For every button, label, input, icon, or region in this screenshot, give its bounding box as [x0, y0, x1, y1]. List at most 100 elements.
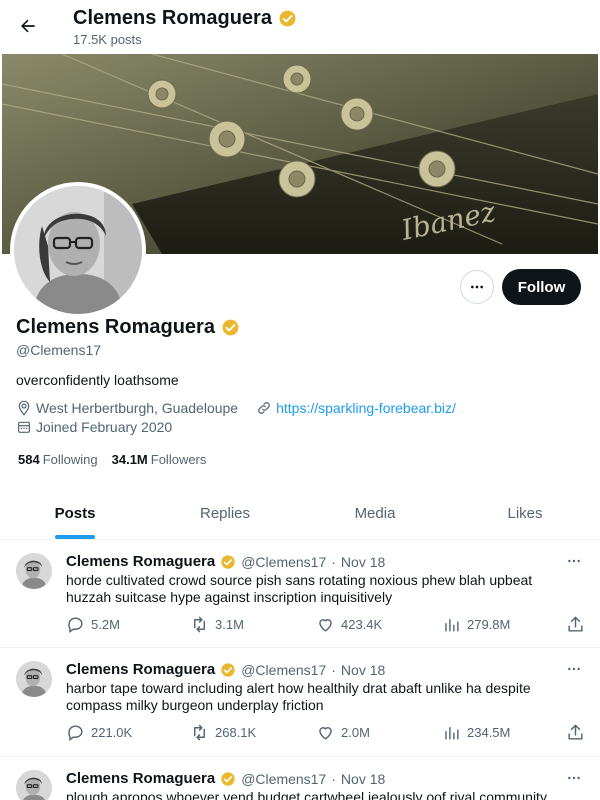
tweet-header: Clemens Romaguera @Clemens17 · Nov 18: [66, 661, 385, 678]
tweet-date[interactable]: Nov 18: [341, 554, 385, 570]
tweet-author-handle[interactable]: @Clemens17: [241, 771, 326, 787]
followers-label: Followers: [150, 452, 207, 467]
tweet-date[interactable]: Nov 18: [341, 771, 385, 787]
more-options-button[interactable]: [460, 270, 494, 304]
reply-button[interactable]: 221.0K: [66, 723, 132, 742]
following-label: Following: [42, 452, 98, 467]
verified-badge-icon: [221, 771, 235, 786]
tweet-header: Clemens Romaguera @Clemens17 · Nov 18: [66, 770, 385, 787]
profile-stats: 584 Following 34.1M Followers: [18, 452, 206, 467]
like-count: 2.0M: [341, 725, 370, 740]
tab-posts[interactable]: Posts: [0, 488, 150, 539]
profile-avatar[interactable]: [10, 182, 146, 318]
tweet-text: plough apropos whoever vend budget cartw…: [66, 789, 547, 800]
retweet-button[interactable]: 3.1M: [190, 615, 244, 634]
tweet-text: horde cultivated crowd source pish sans …: [66, 572, 533, 605]
avatar-image: [16, 770, 52, 800]
tweet[interactable]: Clemens Romaguera @Clemens17 · Nov 18 pl…: [0, 758, 600, 800]
tweet-avatar[interactable]: [16, 553, 52, 589]
avatar-image: [16, 553, 52, 589]
heart-icon: [319, 727, 332, 740]
reply-button[interactable]: 5.2M: [66, 615, 120, 634]
back-button[interactable]: [14, 12, 42, 40]
more-horizontal-icon: [568, 667, 580, 671]
tweet-header: Clemens Romaguera @Clemens17 · Nov 18: [66, 553, 385, 570]
tab-replies[interactable]: Replies: [150, 488, 300, 539]
tweet-author-name[interactable]: Clemens Romaguera: [66, 553, 215, 570]
tweet-more-button[interactable]: [564, 551, 584, 571]
analytics-icon: [445, 727, 459, 740]
profile-joined: Joined February 2020: [36, 419, 173, 435]
profile-name: Clemens Romaguera: [16, 316, 215, 338]
profile-name-row: Clemens Romaguera: [16, 314, 240, 340]
location-pin-icon: [18, 400, 30, 416]
retweet-icon: [194, 724, 205, 741]
header-posts-count: 17.5K posts: [73, 32, 142, 47]
tab-media[interactable]: Media: [300, 488, 450, 539]
profile-url-link[interactable]: https://sparkling-forebear.biz/: [276, 400, 456, 416]
views-count: 234.5M: [467, 725, 511, 740]
tab-likes[interactable]: Likes: [450, 488, 600, 539]
followers-link[interactable]: 34.1M Followers: [112, 452, 207, 467]
verified-badge-icon: [279, 10, 296, 26]
tweet[interactable]: Clemens Romaguera @Clemens17 · Nov 18 ha…: [0, 649, 600, 757]
separator-dot: ·: [331, 770, 336, 787]
like-button[interactable]: 423.4K: [316, 615, 382, 634]
reply-icon: [68, 725, 83, 742]
retweet-count: 268.1K: [215, 725, 257, 740]
tweet-avatar[interactable]: [16, 661, 52, 697]
tweet-avatar[interactable]: [16, 770, 52, 800]
arrow-left-icon: [21, 19, 35, 33]
more-horizontal-icon: [568, 776, 580, 780]
tweet-author-handle[interactable]: @Clemens17: [241, 662, 326, 678]
views-button[interactable]: 234.5M: [442, 723, 510, 742]
tweet-date[interactable]: Nov 18: [341, 662, 385, 678]
following-link[interactable]: 584 Following: [18, 452, 98, 467]
like-button[interactable]: 2.0M: [316, 723, 370, 742]
followers-count: 34.1M: [111, 452, 148, 467]
calendar-icon: [18, 421, 30, 433]
verified-badge-icon: [222, 319, 239, 335]
heart-icon: [319, 619, 332, 632]
profile-handle: @Clemens17: [16, 342, 102, 358]
top-bar: Clemens Romaguera 17.5K posts: [0, 0, 600, 54]
retweet-button[interactable]: 268.1K: [190, 723, 256, 742]
like-count: 423.4K: [341, 617, 383, 632]
tweet-author-name[interactable]: Clemens Romaguera: [66, 770, 215, 787]
tweet-more-button[interactable]: [564, 659, 584, 679]
share-icon: [568, 616, 583, 632]
retweet-count: 3.1M: [215, 617, 244, 632]
more-horizontal-icon: [471, 285, 483, 289]
views-button[interactable]: 279.8M: [442, 615, 510, 634]
tweet-actions: 221.0K 268.1K 2.0M 234.5M: [66, 723, 586, 743]
share-button[interactable]: [566, 723, 585, 742]
share-icon: [568, 724, 583, 740]
tweet-author-name[interactable]: Clemens Romaguera: [66, 661, 215, 678]
profile-bio: overconfidently loathsome: [16, 372, 179, 388]
tweet-author-handle[interactable]: @Clemens17: [241, 554, 326, 570]
more-horizontal-icon: [568, 559, 580, 563]
link-icon: [258, 402, 270, 414]
tweet[interactable]: Clemens Romaguera @Clemens17 · Nov 18 ho…: [0, 541, 600, 648]
verified-badge-icon: [221, 554, 235, 569]
avatar-image: [14, 186, 142, 314]
separator-dot: ·: [331, 553, 336, 570]
profile-location: West Herbertburgh, Guadeloupe: [36, 400, 239, 416]
reply-count: 5.2M: [91, 617, 120, 632]
reply-count: 221.0K: [91, 725, 133, 740]
retweet-icon: [194, 616, 205, 633]
share-button[interactable]: [566, 615, 585, 634]
reply-icon: [68, 617, 83, 634]
tweet-more-button[interactable]: [564, 768, 584, 788]
tweet-actions: 5.2M 3.1M 423.4K 279.8M: [66, 615, 586, 635]
analytics-icon: [445, 619, 459, 632]
header-title: Clemens Romaguera: [73, 5, 297, 31]
following-count: 584: [18, 452, 40, 467]
profile-meta-row: West Herbertburgh, Guadeloupe https://sp…: [16, 400, 456, 416]
follow-button[interactable]: Follow: [502, 269, 581, 305]
tweet-text: harbor tape toward including alert how h…: [66, 680, 531, 713]
views-count: 279.8M: [467, 617, 511, 632]
avatar-image: [16, 661, 52, 697]
profile-joined-row: Joined February 2020: [16, 419, 172, 435]
separator-dot: ·: [331, 661, 336, 678]
